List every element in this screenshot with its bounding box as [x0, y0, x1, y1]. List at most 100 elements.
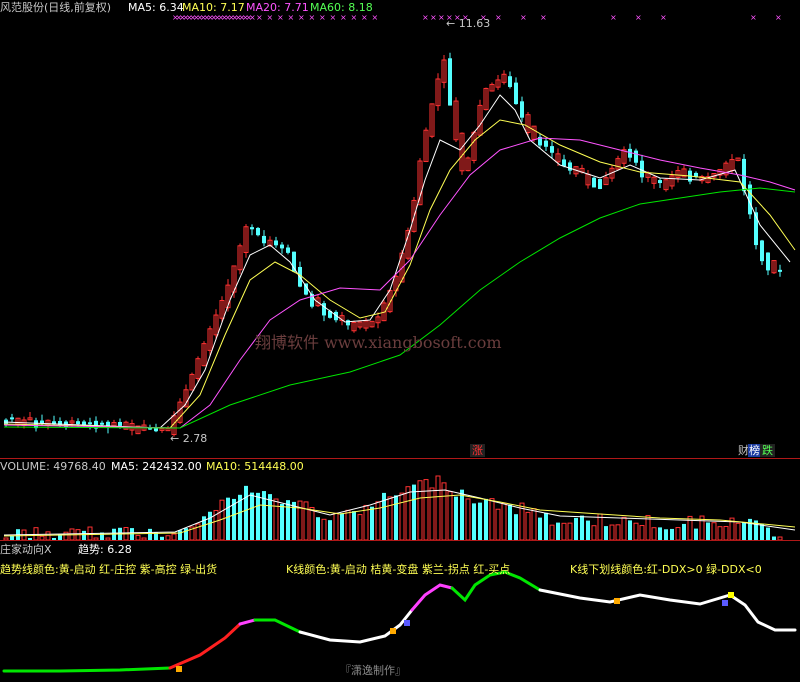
volume-bar-down [586, 520, 590, 540]
volume-bar-up [33, 527, 39, 541]
signal-marker: × [267, 13, 274, 22]
volume-bar-down [682, 523, 686, 540]
trend-indicator-chart [2, 570, 797, 673]
candle-down [514, 82, 518, 105]
volume-bar-down [742, 522, 746, 540]
signal-marker: × [610, 13, 617, 22]
trend-value: 趋势: 6.28 [78, 543, 132, 556]
volume-bar-up [567, 522, 573, 541]
signal-marker: × [256, 13, 263, 22]
signal-marker: × [372, 13, 379, 22]
volume-bar-down [286, 500, 290, 540]
volume-bar-down [514, 514, 518, 540]
candle-down [568, 162, 572, 171]
candle-down [88, 422, 92, 425]
candle-down [118, 421, 122, 426]
signal-marker: × [495, 13, 502, 22]
ma5-line [3, 94, 791, 429]
candle-down [550, 146, 554, 153]
signal-marker: × [422, 13, 429, 22]
volume-chart [3, 475, 796, 541]
candle-down [280, 244, 284, 249]
candle-down [778, 269, 782, 272]
volume-bar-down [178, 530, 182, 540]
volume-bar-up [429, 487, 435, 541]
signal-marker: × [249, 13, 256, 22]
volume-bar-up [309, 506, 315, 541]
volume-bar-down [748, 518, 752, 540]
volume-bar-up [723, 526, 729, 541]
ma20-value: MA20: 7.71 [246, 1, 309, 14]
trend-line-segment [538, 588, 797, 632]
volume-bar-down [538, 517, 542, 540]
ma5-value: MA5: 6.34 [128, 1, 184, 14]
candle-down [766, 252, 770, 271]
volume-bar-down [664, 529, 668, 540]
indicator-name: 庄家动向X [0, 543, 52, 556]
panel-divider [0, 458, 800, 459]
volume-bar-down [148, 528, 152, 540]
trend-line-segment [298, 608, 414, 644]
signal-marker: × [750, 13, 757, 22]
volume-bar-down [184, 528, 188, 540]
candle-down [76, 421, 80, 425]
badge-die[interactable]: 跌 [760, 444, 775, 457]
candle-down [592, 177, 596, 188]
volume-bar-up [489, 498, 495, 541]
candle-down [250, 227, 254, 230]
volume-bar-up [591, 525, 597, 541]
signal-marker: × [298, 13, 305, 22]
candle-down [598, 179, 602, 189]
credit-label: 『潇逸制作』 [340, 664, 406, 677]
badge-zhang[interactable]: 涨 [470, 444, 485, 457]
trend-line-segment [168, 622, 242, 670]
signal-marker: × [277, 13, 284, 22]
signal-marker: × [775, 13, 782, 22]
volume-bar-up [399, 492, 405, 541]
signal-marker: × [361, 13, 368, 22]
k-color-marker [176, 666, 182, 672]
volume-bar-up [621, 516, 627, 541]
ma60-line [3, 187, 796, 429]
volume-bar-down [316, 517, 320, 540]
volume-bar-down [370, 506, 374, 540]
volume-bar-up [45, 531, 51, 541]
volume-ma10: MA10: 514448.00 [206, 460, 304, 473]
candle-down [658, 180, 662, 184]
volume-bar-down [508, 504, 512, 540]
volume-bar-up [303, 501, 309, 541]
volume-bar-down [706, 522, 710, 540]
trend-line-segment [253, 618, 302, 634]
signal-marker: × [309, 13, 316, 22]
volume-bar-down [394, 495, 398, 540]
volume-bar-down [658, 527, 662, 540]
candle-down [10, 417, 14, 420]
volume-bar-down [82, 530, 86, 540]
trend-line-segment [2, 666, 172, 673]
volume-bar-up [465, 498, 471, 541]
candle-down [100, 422, 104, 425]
volume-bar-down [268, 494, 272, 540]
candle-down [520, 101, 524, 118]
volume-bar-up [375, 501, 381, 541]
candle-down [286, 247, 290, 253]
panel-divider [0, 540, 800, 541]
signal-marker: × [319, 13, 326, 22]
volume-bar-up [273, 498, 279, 541]
signal-marker: × [340, 13, 347, 22]
volume-bar-down [412, 484, 416, 540]
signal-marker: × [660, 13, 667, 22]
volume-ma5: MA5: 242432.00 [111, 460, 202, 473]
low-price-value: 2.78 [182, 432, 208, 445]
ma10-value: MA10: 7.17 [182, 1, 245, 14]
signal-marker: × [540, 13, 547, 22]
candle-down [760, 240, 764, 262]
volume-bar-up [441, 482, 447, 541]
volume-bar-down [478, 502, 482, 540]
volume-bar-up [651, 527, 657, 541]
legend-k-color: K线颜色:黄-启动 桔黄-变盘 紫兰-拐点 红-买点 [286, 563, 511, 576]
volume-bar-up [63, 531, 69, 541]
volume-bar-down [760, 523, 764, 540]
candle-down [544, 140, 548, 147]
candlestick-chart: ××××××××××××××××××××××× × × × × × × × × × × × × × × × × ×… [3, 13, 796, 437]
